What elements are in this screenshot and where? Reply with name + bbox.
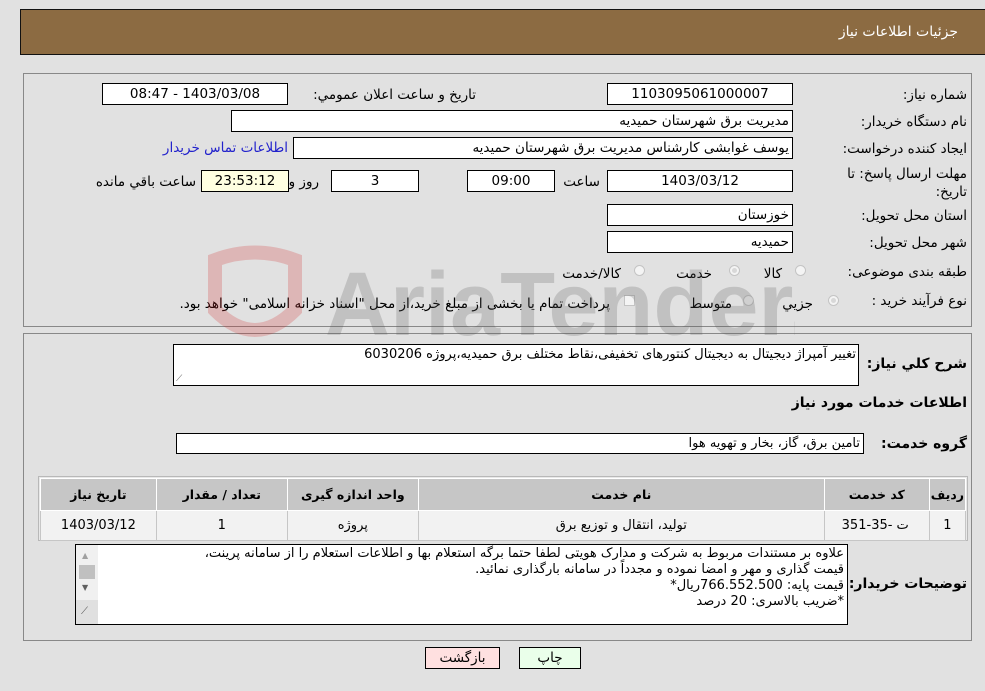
col-header-need-date: تاریخ نیاز xyxy=(40,478,157,511)
buyer-notes-line: قیمت پایه: 766.552.500ریال* xyxy=(670,578,844,593)
buyer-notes-line: *ضریب بالاسری: 20 درصد xyxy=(696,594,844,609)
category-radio-service[interactable] xyxy=(729,265,740,276)
scroll-thumb[interactable] xyxy=(79,565,95,579)
treasury-checkbox[interactable] xyxy=(624,295,635,306)
scroll-down-icon[interactable]: ▼ xyxy=(82,583,88,592)
treasury-note: پرداخت تمام یا بخشی از مبلغ خرید،از محل … xyxy=(179,296,610,312)
resize-handle-icon[interactable]: ⟋ xyxy=(176,374,182,384)
col-header-service-code: کد خدمت xyxy=(823,478,930,511)
purchase-option-medium: متوسط xyxy=(689,296,732,312)
services-table-frame: ردیف کد خدمت نام خدمت واحد اندازه گیری ت… xyxy=(38,476,968,541)
need-number-label: شماره نیاز: xyxy=(902,87,967,103)
description-text: تغییر آمپراژ دیجیتال به دیجیتال کنتورهای… xyxy=(364,347,856,362)
service-group-label: گروه خدمت: xyxy=(881,436,967,452)
col-header-quantity: تعداد / مقدار xyxy=(155,478,288,511)
services-table: ردیف کد خدمت نام خدمت واحد اندازه گیری ت… xyxy=(40,478,967,541)
resize-corner: ⟋ xyxy=(76,600,98,624)
days-remaining-field: 3 xyxy=(331,170,419,192)
province-label: استان محل تحویل: xyxy=(861,208,967,224)
buyer-notes-label: توضیحات خریدار: xyxy=(848,576,967,592)
category-radio-goods[interactable] xyxy=(795,265,806,276)
page-header: جزئیات اطلاعات نیاز xyxy=(20,9,985,55)
cell-quantity: 1 xyxy=(155,510,288,541)
buyer-notes-textarea[interactable]: علاوه بر مستندات مربوط به شرکت و مدارک ه… xyxy=(75,544,848,625)
buyer-notes-line: علاوه بر مستندات مربوط به شرکت و مدارک ه… xyxy=(204,546,844,561)
purchase-type-label: نوع فرآیند خرید : xyxy=(871,293,967,309)
city-field: حمیدیه xyxy=(607,231,793,253)
service-group-field: تامین برق، گاز، بخار و تهویه هوا xyxy=(176,433,864,454)
deadline-date-field: 1403/03/12 xyxy=(607,170,793,192)
announce-datetime-label: تاریخ و ساعت اعلان عمومي: xyxy=(313,87,476,103)
resize-handle-icon[interactable]: ⟋ xyxy=(81,606,88,617)
buyer-contact-link[interactable]: اطلاعات تماس خریدار xyxy=(163,140,288,156)
buyer-org-label: نام دستگاه خریدار: xyxy=(860,114,967,130)
services-section-title: اطلاعات خدمات مورد نیاز xyxy=(791,395,967,411)
requester-label: ایجاد کننده درخواست: xyxy=(842,141,967,157)
category-radio-goods-service[interactable] xyxy=(634,265,645,276)
cell-service-name: تولید، انتقال و توزیع برق xyxy=(417,510,825,541)
description-textarea[interactable]: تغییر آمپراژ دیجیتال به دیجیتال کنتورهای… xyxy=(173,344,859,386)
category-option-goods-service: کالا/خدمت xyxy=(562,266,621,282)
province-field: خوزستان xyxy=(607,204,793,226)
cell-unit: پروژه xyxy=(286,510,419,541)
cell-row-no: 1 xyxy=(928,510,967,541)
buyer-notes-line: قیمت گذاری و مهر و امضا نموده و مجدداً د… xyxy=(475,562,844,577)
announce-datetime-field: 1403/03/08 - 08:47 xyxy=(102,83,288,105)
cell-need-date: 1403/03/12 xyxy=(40,510,157,541)
category-option-goods: کالا xyxy=(763,266,782,282)
cell-service-code: ت -35-351 xyxy=(823,510,930,541)
print-button[interactable]: چاپ xyxy=(519,647,581,669)
days-label: روز و xyxy=(288,174,319,190)
buyer-org-field: مدیریت برق شهرستان حمیدیه xyxy=(231,110,793,132)
description-label: شرح کلي نیاز: xyxy=(866,356,967,372)
table-row: 1 ت -35-351 تولید، انتقال و توزیع برق پر… xyxy=(40,510,967,541)
purchase-radio-minor[interactable] xyxy=(828,295,839,306)
category-label: طبقه بندی موضوعی: xyxy=(847,264,967,280)
back-button[interactable]: بازگشت xyxy=(425,647,500,669)
table-header-row: ردیف کد خدمت نام خدمت واحد اندازه گیری ت… xyxy=(40,478,967,511)
col-header-service-name: نام خدمت xyxy=(417,478,825,511)
col-header-unit: واحد اندازه گیری xyxy=(286,478,419,511)
category-option-service: خدمت xyxy=(676,266,712,282)
city-label: شهر محل تحویل: xyxy=(869,235,967,251)
requester-field: یوسف غوابشی کارشناس مدیریت برق شهرستان ح… xyxy=(293,137,793,159)
deadline-time-label: ساعت xyxy=(563,174,600,190)
purchase-radio-medium[interactable] xyxy=(743,295,754,306)
buyer-notes-text: علاوه بر مستندات مربوط به شرکت و مدارک ه… xyxy=(205,546,844,610)
need-number-field: 1103095061000007 xyxy=(607,83,793,105)
deadline-time-field: 09:00 xyxy=(467,170,555,192)
purchase-option-minor: جزیي xyxy=(782,296,813,312)
deadline-label: مهلت ارسال پاسخ: تا تاریخ: xyxy=(847,166,967,200)
time-remaining-field: 23:53:12 xyxy=(201,170,289,192)
page-title: جزئیات اطلاعات نیاز xyxy=(838,24,958,40)
notes-scrollbar[interactable]: ▲ ▼ ⟋ xyxy=(76,545,98,624)
scroll-up-icon[interactable]: ▲ xyxy=(82,551,88,560)
col-header-row-no: ردیف xyxy=(928,478,967,511)
time-remaining-label: ساعت باقي مانده xyxy=(95,174,196,190)
